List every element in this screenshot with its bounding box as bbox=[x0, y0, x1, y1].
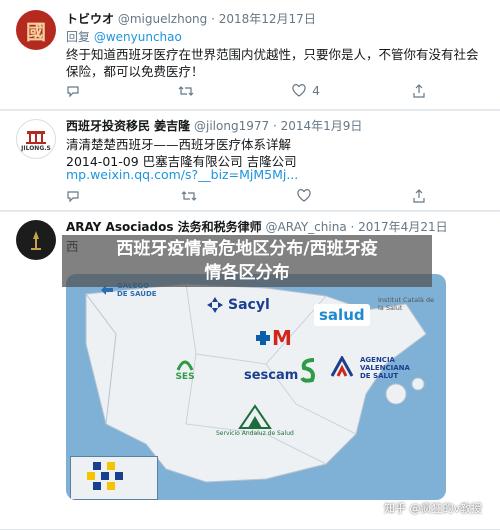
author-name[interactable]: ARAY Asociados 法务和税务律师 bbox=[66, 220, 262, 234]
sacyl-logo: Sacyl bbox=[206, 296, 270, 314]
tweet-header: 西班牙投资移民 姜吉隆 @jilong1977 · 2014年1月9日 bbox=[66, 117, 362, 134]
avatar-glyph: 國 bbox=[26, 19, 46, 44]
ses-mark-icon bbox=[176, 360, 194, 371]
andalucia-sas-logo: Servicio Andaluz de Salud bbox=[216, 404, 294, 437]
tweet-header: ARAY Asociados 法务和税务律师 @ARAY_china · 201… bbox=[66, 218, 448, 235]
retweet-button[interactable] bbox=[181, 189, 203, 203]
reply-label: 回复 bbox=[66, 30, 91, 44]
reply-icon bbox=[67, 86, 79, 98]
retweet-button[interactable] bbox=[178, 84, 200, 98]
tweet-card[interactable]: JILONG.S 西班牙投资移民 姜吉隆 @jilong1977 · 2014年… bbox=[0, 111, 500, 211]
avatar[interactable]: 國 bbox=[16, 10, 56, 50]
author-name[interactable]: 西班牙投资移民 姜吉隆 bbox=[66, 119, 190, 133]
avatar[interactable] bbox=[16, 220, 56, 260]
avatar-text: JILONG.S bbox=[21, 144, 51, 152]
article-link[interactable]: mp.weixin.qq.com/s?__biz=MjM5Mj... bbox=[66, 167, 298, 182]
extremadura-ses-logo: SES bbox=[174, 354, 196, 382]
reply-button[interactable] bbox=[66, 84, 86, 98]
share-icon bbox=[413, 84, 425, 98]
tweet-date[interactable]: · 2014年1月9日 bbox=[273, 119, 362, 133]
spain-health-map-image[interactable]: GALEGO DE SAÚDE Sacyl salud Institut Cat… bbox=[66, 274, 446, 500]
reply-button[interactable] bbox=[66, 189, 86, 203]
author-handle[interactable]: @miguelzhong bbox=[118, 12, 207, 26]
heart-icon bbox=[297, 189, 311, 202]
author-handle[interactable]: @jilong1977 bbox=[194, 119, 269, 133]
author-name[interactable]: トビウオ bbox=[66, 12, 114, 26]
reply-handle-link[interactable]: @wenyunchao bbox=[94, 30, 182, 44]
retweet-icon bbox=[181, 191, 197, 201]
zhihu-watermark: 知乎 @疯狂的v教授 bbox=[383, 502, 482, 515]
like-button[interactable] bbox=[297, 189, 317, 203]
tweet-text-line: 保险，都可以免费医疗！ bbox=[66, 64, 204, 79]
aragon-salud-logo: salud bbox=[314, 304, 370, 326]
canary-islands-logo bbox=[70, 456, 158, 500]
reply-context: 回复 @wenyunchao bbox=[66, 28, 182, 45]
heart-icon bbox=[292, 84, 306, 97]
like-button[interactable]: 4 bbox=[292, 84, 320, 98]
tweet-header: トビウオ @miguelzhong · 2018年12月17日 bbox=[66, 10, 316, 27]
canary-mark-icon bbox=[87, 462, 123, 490]
sescam-logo: sescam bbox=[244, 368, 299, 383]
jilong-logo-icon bbox=[26, 130, 46, 144]
tweet-date[interactable]: · 2018年12月17日 bbox=[211, 12, 316, 26]
murcia-health-icon bbox=[298, 356, 320, 387]
tweet-actions: 4 bbox=[66, 84, 426, 98]
madrid-mark-icon bbox=[256, 331, 270, 345]
share-button[interactable] bbox=[412, 84, 426, 98]
catalan-health-logo: Institut Català de la Salut bbox=[378, 296, 435, 312]
sacyl-mark-icon bbox=[207, 297, 223, 313]
share-button[interactable] bbox=[412, 189, 426, 203]
aray-logo-icon bbox=[31, 231, 41, 250]
retweet-icon bbox=[178, 86, 194, 96]
overlay-title-line: 西班牙疫情高危地区分布/西班牙疫 bbox=[116, 239, 378, 259]
avatar[interactable]: JILONG.S bbox=[16, 119, 56, 159]
valencia-health-logo: AGENCIA VALENCIANA DE SALUT bbox=[330, 356, 420, 380]
reply-icon bbox=[67, 191, 79, 203]
share-icon bbox=[413, 189, 425, 203]
author-handle[interactable]: @ARAY_china bbox=[266, 220, 347, 234]
article-title-overlay: 西班牙疫情高危地区分布/西班牙疫 情各区分布 bbox=[62, 235, 432, 287]
tweet-actions bbox=[66, 189, 426, 203]
sas-mark-icon bbox=[238, 404, 272, 429]
tweet-card[interactable]: 國 トビウオ @miguelzhong · 2018年12月17日 回复 @we… bbox=[0, 0, 500, 110]
madrid-health-logo: M bbox=[256, 326, 292, 350]
valencia-mark-icon bbox=[330, 356, 354, 377]
tweet-date[interactable]: · 2017年4月21日 bbox=[351, 220, 448, 234]
overlay-title-line: 情各区分布 bbox=[204, 263, 290, 283]
like-count: 4 bbox=[312, 84, 320, 98]
